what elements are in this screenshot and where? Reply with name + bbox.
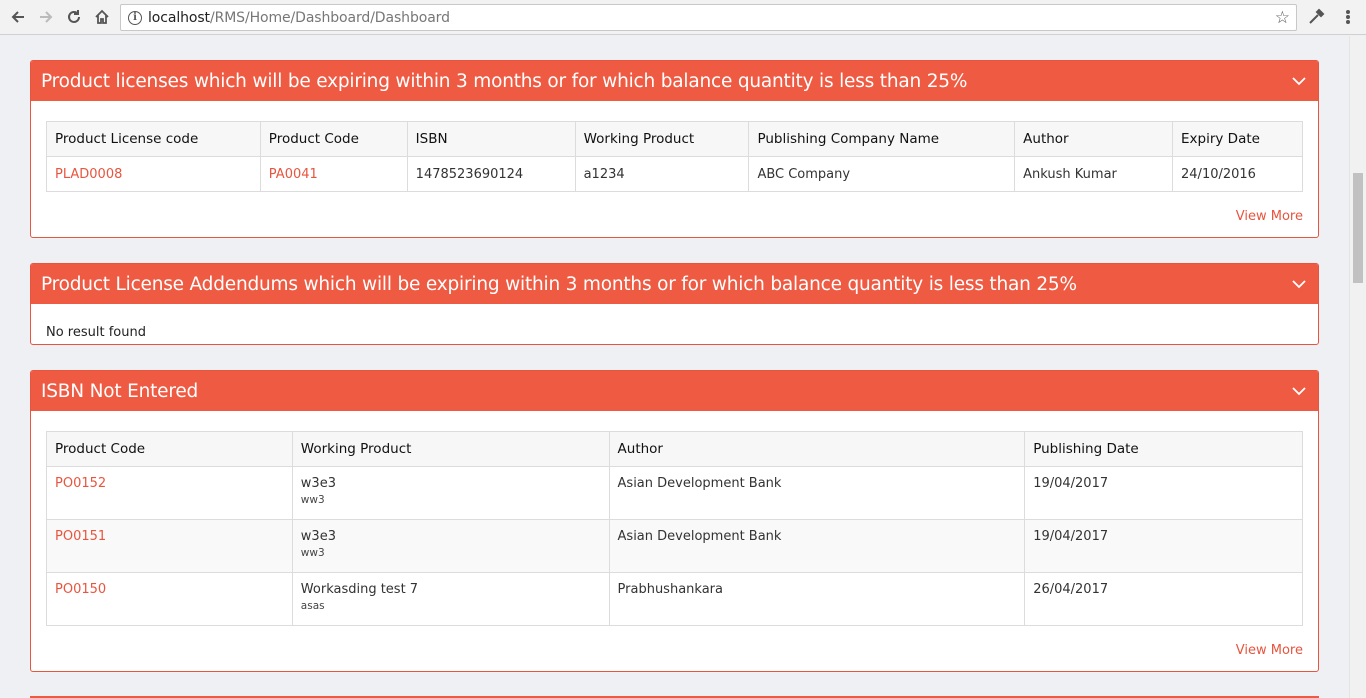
working-product-cell: a1234 [574,156,750,192]
forward-button[interactable] [34,5,58,29]
product-code-link[interactable]: PO0151 [55,529,106,544]
author-cell: Prabhushankara [608,572,1026,626]
working-product-sub: asas [300,600,325,612]
column-header[interactable]: Working Product [291,431,610,467]
author-cell: Asian Development Bank [608,519,1026,573]
browser-toolbar: i localhost/RMS/Home/Dashboard/Dashboard… [0,0,1366,35]
bookmark-star-icon[interactable]: ☆ [1275,8,1290,28]
browser-menu-icon[interactable] [1340,7,1356,27]
column-header[interactable]: Product Code [259,121,408,157]
column-header[interactable]: Author [1014,121,1174,157]
licenses-table: Product License code Product Code ISBN W… [46,121,1303,192]
table-row: PO0152 w3e3 ww3 Asian Development Bank 19… [46,466,1303,520]
column-header[interactable]: ISBN [406,121,576,157]
working-product-sub: ww3 [300,494,325,506]
working-product-cell: w3e3 ww3 [291,466,610,520]
working-product-sub: ww3 [300,547,325,559]
product-code-link[interactable]: PO0150 [55,582,106,597]
author-cell: Ankush Kumar [1014,156,1174,192]
chevron-down-icon[interactable] [1290,382,1308,400]
isbn-panel: ISBN Not Entered Product Code Working Pr… [30,370,1319,672]
isbn-table: Product Code Working Product Author Publ… [46,431,1303,626]
eyedropper-extension-icon[interactable] [1306,7,1326,27]
column-header[interactable]: Publishing Company Name [748,121,1016,157]
no-result-text: No result found [46,325,146,340]
working-product-name: Workasding test 7 [300,582,419,597]
info-icon[interactable]: i [128,10,142,25]
working-product-cell: Workasding test 7 asas [291,572,610,626]
chevron-down-icon[interactable] [1290,72,1308,90]
chevron-down-icon[interactable] [1290,275,1308,293]
licenses-panel: Product licenses which will be expiring … [30,60,1319,238]
table-header-row: Product License code Product Code ISBN W… [46,121,1303,157]
home-button[interactable] [90,5,114,29]
scrollbar-thumb[interactable] [1353,173,1363,283]
addendums-panel: Product License Addendums which will be … [30,263,1319,345]
column-header[interactable]: Product License code [46,121,261,157]
table-row: PO0151 w3e3 ww3 Asian Development Bank 19… [46,519,1303,573]
column-header[interactable]: Expiry Date [1172,121,1303,157]
panel-title: Product licenses which will be expiring … [41,70,968,92]
publishing-date-cell: 19/04/2017 [1024,519,1303,573]
page-scrollbar[interactable] [1349,36,1366,698]
author-cell: Asian Development Bank [608,466,1026,520]
address-bar[interactable]: i localhost/RMS/Home/Dashboard/Dashboard… [120,4,1297,31]
view-more-link[interactable]: View More [46,209,1303,224]
panel-title: ISBN Not Entered [41,380,199,402]
url-text: localhost/RMS/Home/Dashboard/Dashboard [148,9,450,26]
column-header[interactable]: Working Product [574,121,750,157]
license-code-link[interactable]: PLAD0008 [55,167,122,182]
isbn-panel-header[interactable]: ISBN Not Entered [31,371,1318,411]
reload-button[interactable] [62,5,86,29]
working-product-cell: w3e3 ww3 [291,519,610,573]
column-header[interactable]: Product Code [46,431,293,467]
product-code-link[interactable]: PO0152 [55,476,106,491]
expiry-date-cell: 24/10/2016 [1172,156,1303,192]
publishing-company-cell: ABC Company [748,156,1016,192]
column-header[interactable]: Author [608,431,1026,467]
publishing-date-cell: 26/04/2017 [1024,572,1303,626]
product-code-link[interactable]: PA0041 [269,167,318,182]
table-row: PLAD0008 PA0041 1478523690124 a1234 ABC … [46,156,1303,192]
view-more-link[interactable]: View More [46,643,1303,658]
working-product-name: w3e3 [300,476,336,491]
back-button[interactable] [6,5,30,29]
working-product-name: w3e3 [300,529,336,544]
addendums-panel-header[interactable]: Product License Addendums which will be … [31,264,1318,304]
isbn-cell: 1478523690124 [406,156,576,192]
licenses-panel-header[interactable]: Product licenses which will be expiring … [31,61,1318,101]
panel-title: Product License Addendums which will be … [41,273,1077,295]
table-header-row: Product Code Working Product Author Publ… [46,431,1303,467]
column-header[interactable]: Publishing Date [1024,431,1303,467]
publishing-date-cell: 19/04/2017 [1024,466,1303,520]
table-row: PO0150 Workasding test 7 asas Prabhushank… [46,572,1303,626]
